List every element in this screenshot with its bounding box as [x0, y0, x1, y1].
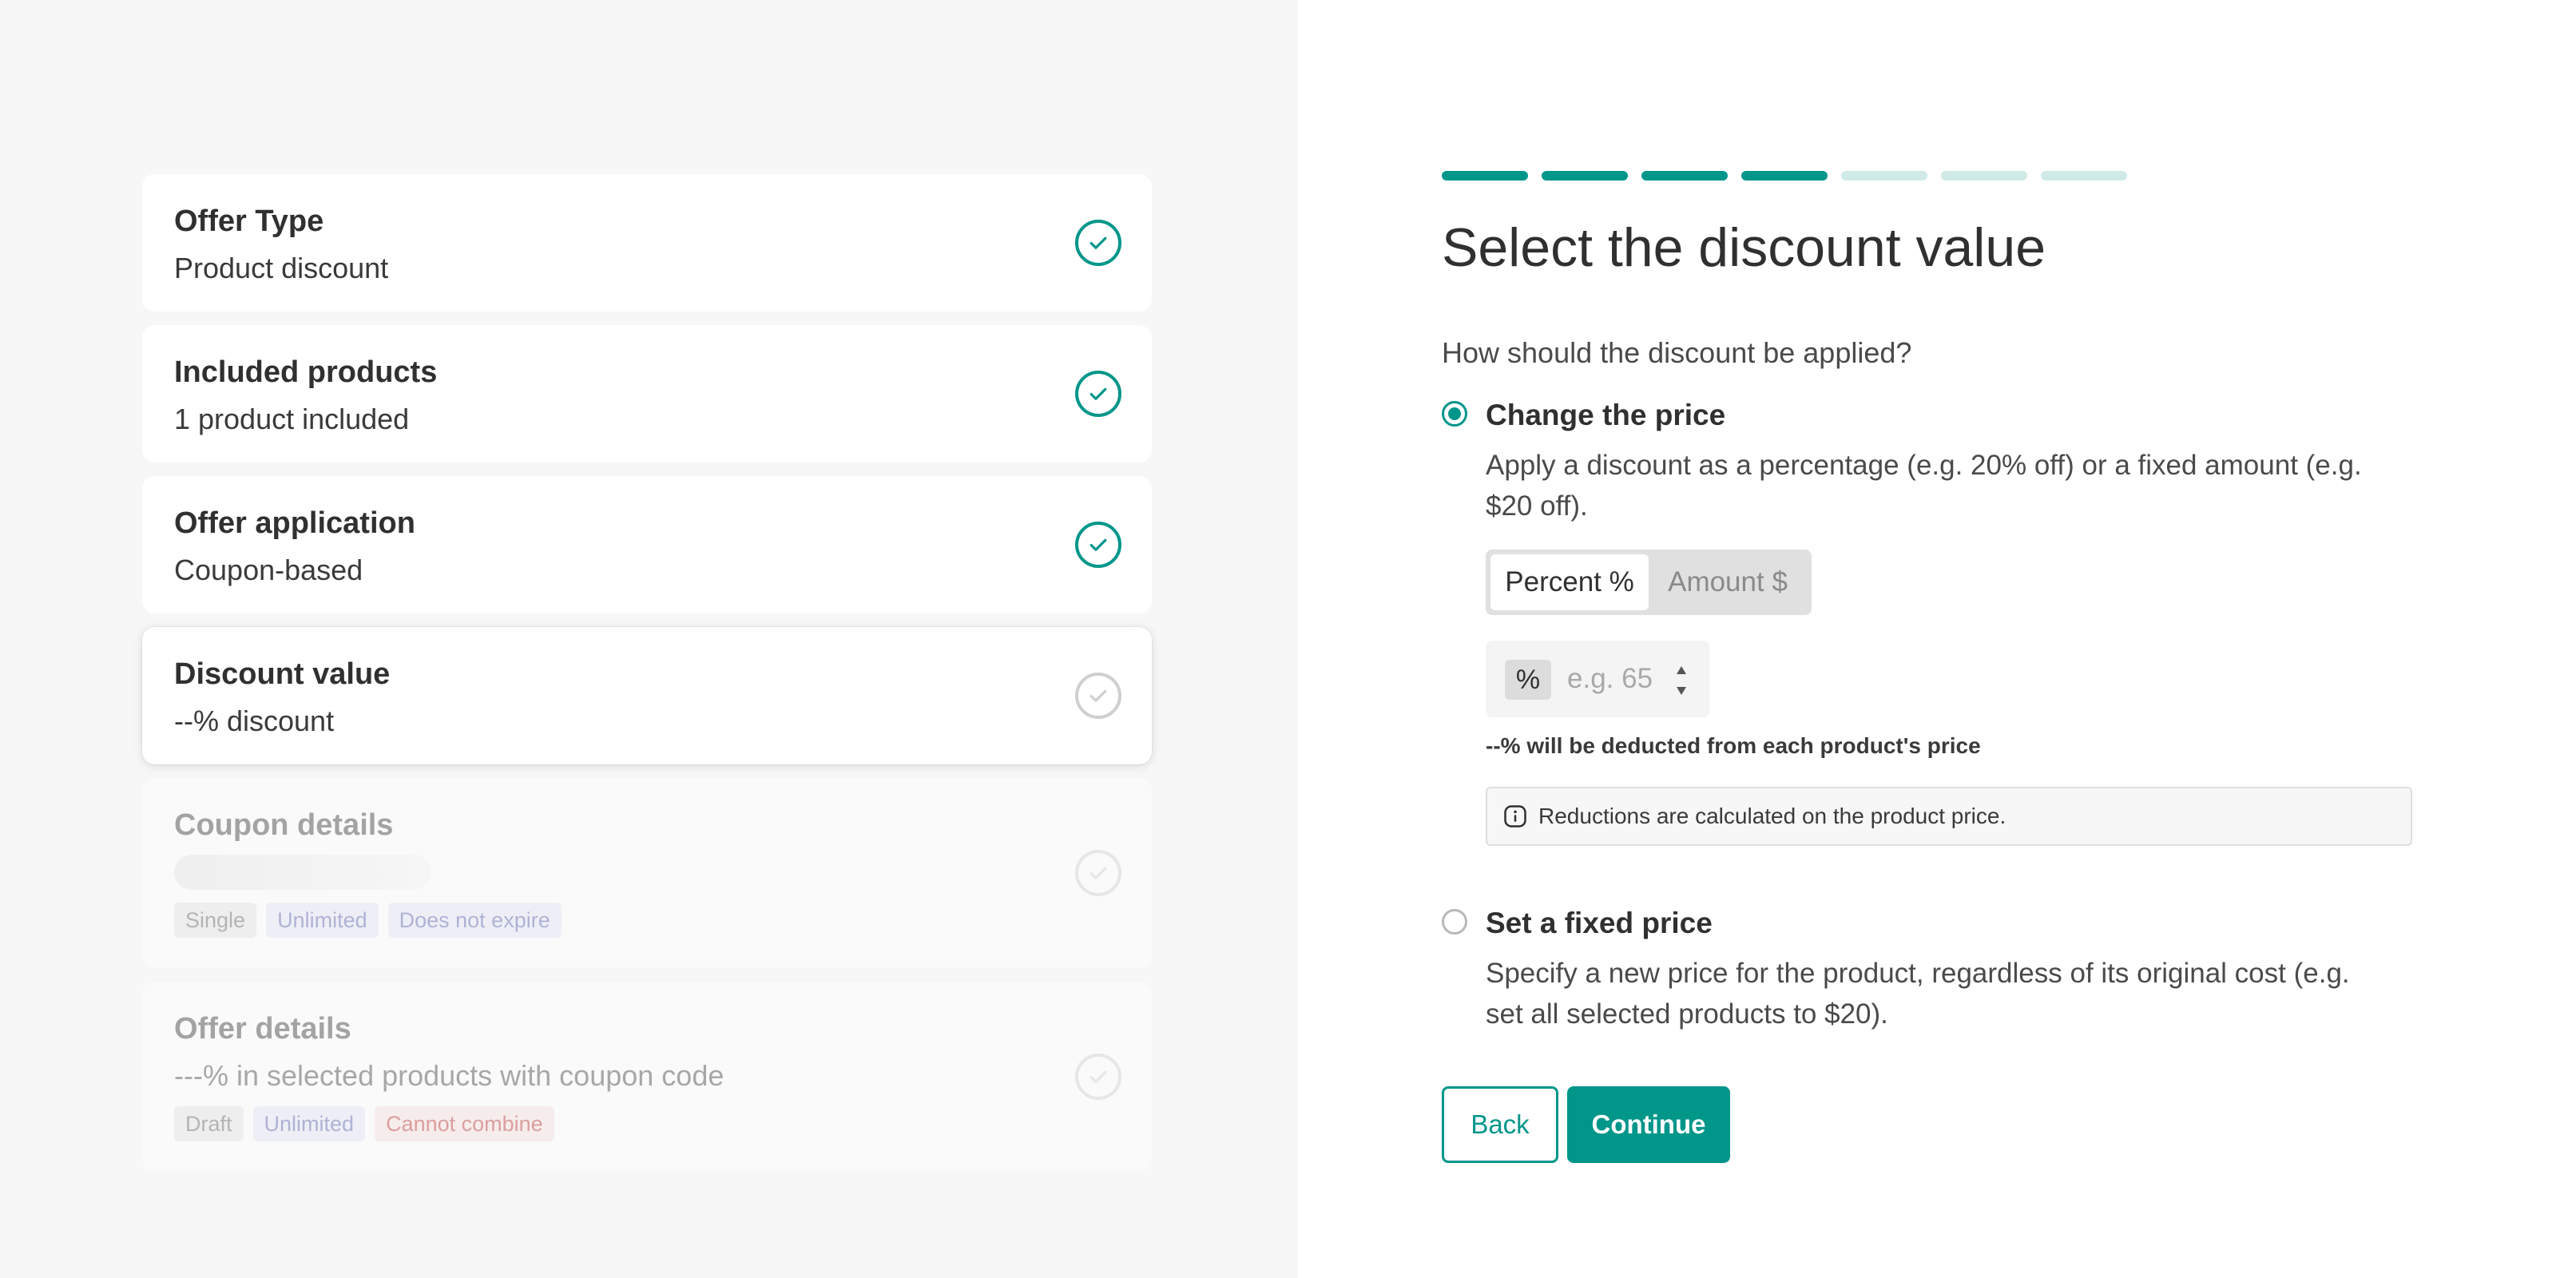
step-title: Offer Type	[174, 204, 324, 238]
check-circle-icon	[1075, 220, 1121, 266]
step-card-coupon-details: Coupon details Single Unlimited Does not…	[142, 778, 1152, 968]
continue-button[interactable]: Continue	[1567, 1086, 1730, 1163]
discount-type-toggle: Percent % Amount $	[1486, 550, 1812, 615]
check-circle-icon	[1075, 371, 1121, 417]
back-button[interactable]: Back	[1442, 1086, 1558, 1163]
info-banner: Reductions are calculated on the product…	[1486, 787, 2412, 846]
step-card-offer-application[interactable]: Offer application Coupon-based	[142, 476, 1152, 613]
change-price-description: Apply a discount as a percentage (e.g. 2…	[1486, 450, 2362, 522]
status-badge: Draft	[174, 1106, 244, 1141]
step-subtitle: Coupon-based	[174, 554, 363, 586]
amount-toggle-button[interactable]: Amount $	[1649, 554, 1807, 610]
step-title: Discount value	[174, 657, 391, 691]
check-circle-icon	[1075, 673, 1121, 719]
step-subtitle: --% discount	[174, 704, 335, 737]
discount-input-group: %	[1486, 641, 1709, 717]
badge-list: Single Unlimited Does not expire	[174, 903, 1120, 938]
check-circle-icon	[1075, 1054, 1121, 1100]
progress-segment	[1442, 171, 1528, 181]
step-subtitle: ---% in selected products with coupon co…	[174, 1059, 724, 1092]
progress-segment	[1641, 171, 1728, 181]
percent-toggle-button[interactable]: Percent %	[1490, 554, 1649, 610]
status-badge: Unlimited	[252, 1106, 366, 1141]
check-circle-icon	[1075, 522, 1121, 568]
steps-panel: Offer Type Product discount Included pro…	[0, 0, 1298, 1278]
step-card-offer-details: Offer details ---% in selected products …	[142, 982, 1152, 1172]
step-title: Offer details	[174, 1012, 351, 1046]
change-price-radio[interactable]	[1442, 401, 1467, 427]
status-badge: Does not expire	[387, 903, 562, 938]
status-badge: Cannot combine	[375, 1106, 554, 1141]
discount-form-panel: Select the discount value How should the…	[1298, 0, 2576, 1278]
status-badge: Single	[174, 903, 257, 938]
step-card-offer-type[interactable]: Offer Type Product discount	[142, 174, 1152, 312]
step-card-discount-value[interactable]: Discount value --% discount	[142, 627, 1152, 764]
step-subtitle: 1 product included	[174, 403, 410, 435]
deduction-hint: --% will be deducted from each product's…	[1486, 733, 1981, 758]
progress-segment	[2041, 171, 2127, 181]
progress-segment	[1542, 171, 1628, 181]
step-title: Coupon details	[174, 808, 394, 842]
step-title: Included products	[174, 355, 438, 389]
progress-segment	[1841, 171, 1927, 181]
badge-list: Draft Unlimited Cannot combine	[174, 1106, 1120, 1141]
step-title: Offer application	[174, 506, 415, 540]
info-icon	[1504, 805, 1526, 828]
progress-segment	[1941, 171, 2027, 181]
percent-prefix: %	[1505, 660, 1551, 700]
fixed-price-label[interactable]: Set a fixed price	[1486, 905, 1713, 942]
step-card-included-products[interactable]: Included products 1 product included	[142, 325, 1152, 462]
progress-segment	[1741, 171, 1828, 181]
discount-value-input[interactable]	[1567, 658, 1663, 700]
fixed-price-description: Specify a new price for the product, reg…	[1486, 958, 2350, 1030]
fixed-price-radio[interactable]	[1442, 909, 1467, 935]
change-price-label[interactable]: Change the price	[1486, 397, 1725, 434]
check-circle-icon	[1075, 850, 1121, 896]
step-subtitle: Product discount	[174, 252, 389, 284]
loading-skeleton	[174, 855, 431, 890]
number-spinner-icon[interactable]	[1675, 663, 1688, 698]
info-text: Reductions are calculated on the product…	[1538, 804, 2006, 828]
question-label: How should the discount be applied?	[1442, 336, 1912, 369]
status-badge: Unlimited	[266, 903, 379, 938]
progress-indicator	[1442, 171, 2127, 181]
page-title: Select the discount value	[1442, 217, 2046, 278]
